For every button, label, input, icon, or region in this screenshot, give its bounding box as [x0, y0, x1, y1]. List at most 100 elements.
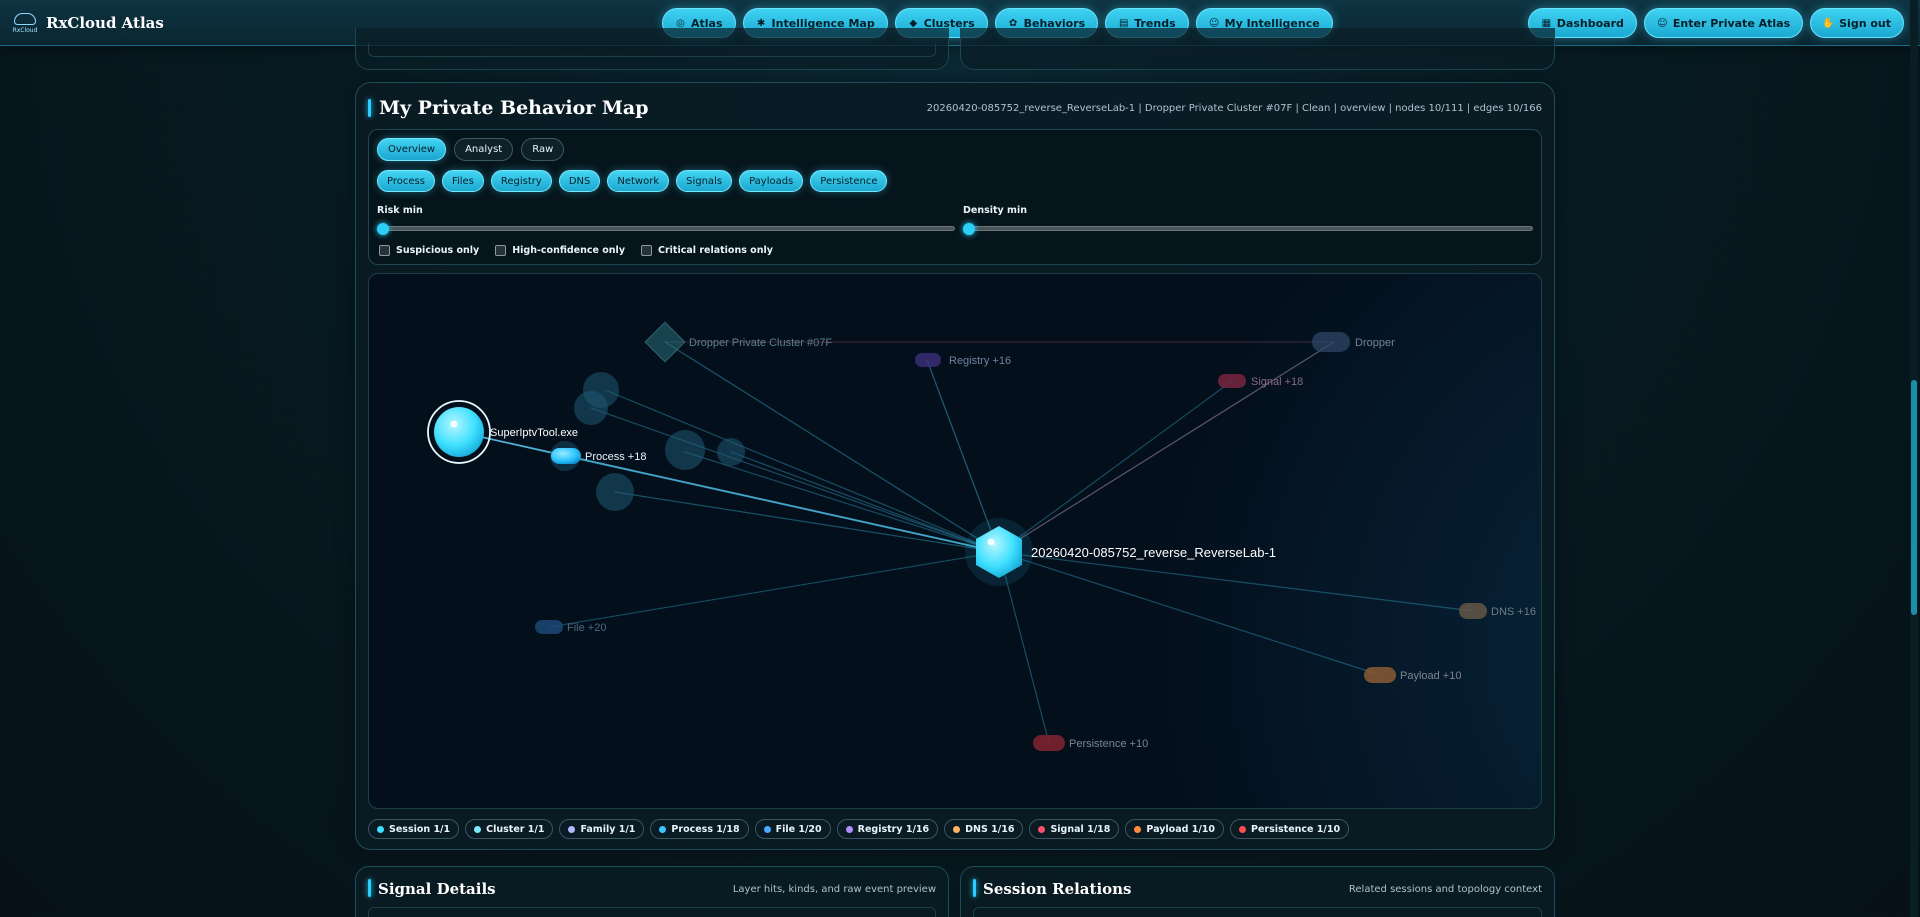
legend-chip[interactable]: Signal 1/18 [1029, 819, 1120, 839]
brain-icon: ✱ [756, 17, 766, 29]
risk-min-slider[interactable] [377, 223, 955, 235]
behavior-map-panel: My Private Behavior Map 20260420-085752_… [355, 82, 1555, 850]
legend-chip[interactable]: Payload 1/10 [1125, 819, 1225, 839]
density-min-handle[interactable] [963, 223, 975, 235]
legend-label: File 1/20 [775, 823, 822, 835]
risk-min-handle[interactable] [377, 223, 389, 235]
layer-toggles: Process Files Registry DNS Network Signa… [377, 170, 888, 192]
graph-controls: Overview Analyst Raw Process Files Regis… [368, 129, 1542, 265]
legend-dot-icon [845, 825, 853, 833]
file-label: File +20 [567, 622, 606, 634]
dns-label: DNS +16 [1491, 606, 1536, 618]
panel-title: My Private Behavior Map [368, 97, 649, 119]
legend-label: Signal 1/18 [1050, 823, 1111, 835]
user-icon: ☺ [1208, 17, 1220, 29]
session-relations-panel: Session Relations Related sessions and t… [960, 866, 1555, 917]
layer-signals-toggle[interactable]: Signals [676, 170, 733, 192]
chart-icon: ▤ [1118, 17, 1129, 29]
book-icon: ▦ [1541, 17, 1552, 29]
graph-legend: Session 1/1 Cluster 1/1 Family 1/1 Process … [368, 819, 1350, 839]
view-mode-tabs: Overview Analyst Raw [377, 138, 565, 161]
process-aggregate-label: Process +18 [585, 451, 646, 463]
graph-canvas[interactable]: Dropper Private Cluster #07F Registry +1… [368, 273, 1542, 809]
legend-dot-icon [659, 825, 667, 833]
file-node[interactable] [535, 620, 563, 634]
legend-chip[interactable]: Persistence 1/10 [1230, 819, 1350, 839]
risk-min-label: Risk min [377, 205, 423, 216]
legend-chip[interactable]: Registry 1/16 [836, 819, 939, 839]
persistence-label: Persistence +10 [1069, 738, 1148, 750]
legend-label: Payload 1/10 [1146, 823, 1216, 835]
edge-dns-session [998, 551, 1474, 612]
layer-dns-toggle[interactable]: DNS [558, 170, 601, 192]
legend-chip[interactable]: Process 1/18 [650, 819, 749, 839]
enter-private-atlas-button[interactable]: ☺ Enter Private Atlas [1643, 8, 1804, 38]
edge-signal-session [998, 341, 1335, 553]
registry-node[interactable] [915, 353, 941, 367]
payload-node[interactable] [1364, 667, 1396, 683]
brand[interactable]: RxCloud RxCloud Atlas [12, 10, 164, 36]
signal-label: Signal +18 [1251, 376, 1303, 388]
legend-dot-icon [1038, 825, 1046, 833]
graph-svg[interactable]: Dropper Private Cluster #07F Registry +1… [369, 274, 1542, 809]
layer-persistence-toggle[interactable]: Persistence [810, 170, 888, 192]
globe-icon: ◎ [676, 17, 685, 29]
layer-process-toggle[interactable]: Process [377, 170, 435, 192]
legend-chip[interactable]: DNS 1/16 [944, 819, 1024, 839]
legend-label: Persistence 1/10 [1251, 823, 1341, 835]
account-nav: ▦ Dashboard ☺ Enter Private Atlas ✋ Sign ou… [1527, 8, 1904, 38]
brand-name: RxCloud Atlas [46, 14, 164, 32]
layer-registry-toggle[interactable]: Registry [490, 170, 552, 192]
legend-dot-icon [1134, 825, 1142, 833]
session-relations-subtitle: Related sessions and topology context [1348, 884, 1542, 895]
signal-details-subtitle: Layer hits, kinds, and raw event preview [732, 884, 936, 895]
edge-cluster-session [664, 341, 1000, 553]
tab-overview[interactable]: Overview [377, 138, 447, 161]
density-min-slider[interactable] [963, 223, 1533, 235]
sign-out-button[interactable]: ✋ Sign out [1810, 8, 1904, 38]
legend-dot-icon [474, 825, 482, 833]
node-highlight [450, 420, 458, 428]
suspicious-only-checkbox[interactable]: Suspicious only [379, 245, 479, 256]
family-node[interactable] [1312, 332, 1350, 352]
user-icon: ☺ [1657, 17, 1668, 29]
process-node [717, 438, 745, 466]
layer-files-toggle[interactable]: Files [441, 170, 484, 192]
process-node [665, 430, 705, 470]
critical-relations-only-checkbox[interactable]: Critical relations only [641, 245, 773, 256]
dns-node[interactable] [1459, 603, 1487, 619]
session-label: 20260420-085752_reverse_ReverseLab-1 [1031, 545, 1276, 560]
legend-label: Session 1/1 [389, 823, 451, 835]
layer-network-toggle[interactable]: Network [607, 170, 670, 192]
layer-payloads-toggle[interactable]: Payloads [739, 170, 804, 192]
edge-p2-session [590, 407, 1000, 553]
cluster-node[interactable] [644, 321, 686, 363]
scrollbar-thumb[interactable] [1911, 380, 1917, 615]
edge-file-session [548, 551, 1000, 628]
legend-dot-icon [1239, 825, 1247, 833]
legend-dot-icon [953, 825, 961, 833]
cloud-logo-icon: RxCloud [12, 10, 38, 36]
tab-raw[interactable]: Raw [521, 138, 565, 161]
edge-p1-session [604, 389, 1000, 553]
signal-node[interactable] [1218, 374, 1246, 388]
legend-chip[interactable]: Session 1/1 [368, 819, 460, 839]
tab-analyst[interactable]: Analyst [454, 138, 514, 161]
diamond-icon: ◆ [909, 17, 918, 29]
process-aggregate-node[interactable] [551, 448, 581, 464]
page-title: My Private Behavior Map [379, 97, 649, 119]
high-confidence-only-checkbox[interactable]: High-confidence only [495, 245, 625, 256]
legend-dot-icon [763, 825, 771, 833]
previous-panel-left [355, 28, 949, 70]
selected-process-node[interactable] [434, 407, 484, 457]
legend-chip[interactable]: Family 1/1 [559, 819, 645, 839]
session-relations-title: Session Relations [983, 880, 1132, 898]
legend-chip[interactable]: Cluster 1/1 [465, 819, 554, 839]
legend-dot-icon [377, 825, 384, 833]
legend-chip[interactable]: File 1/20 [754, 819, 831, 839]
page-scrollbar[interactable] [1910, 0, 1918, 917]
edge-p5-session [614, 491, 1000, 553]
persistence-node[interactable] [1033, 735, 1065, 751]
legend-dot-icon [568, 825, 576, 833]
legend-label: Registry 1/16 [857, 823, 930, 835]
